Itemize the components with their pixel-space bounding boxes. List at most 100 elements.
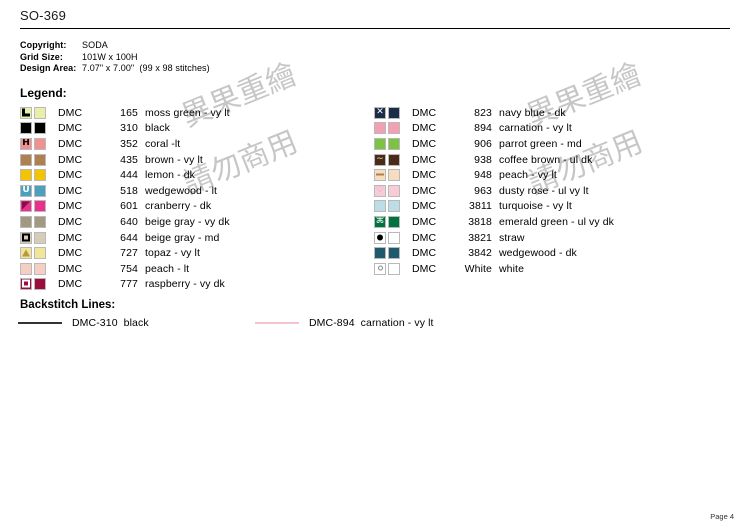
legend-brand: DMC — [58, 262, 83, 275]
legend-thread-code: 823 — [474, 106, 492, 119]
legend-symbol-cell — [20, 247, 32, 260]
legend-thread-code: 754 — [120, 262, 138, 275]
metadata-label: Grid Size: — [20, 51, 64, 62]
legend-brand: DMC — [58, 169, 83, 182]
legend-color-name: raspberry - vy dk — [145, 278, 225, 291]
legend-row: ⌘ DMC 3818 emerald green - ul vy dk — [374, 214, 614, 230]
legend-symbol-cell — [374, 200, 386, 213]
backstitch-row: DMC-894 carnation - vy lt — [255, 317, 434, 329]
legend-symbol-cell — [20, 153, 32, 166]
legend-row: DMC 165 moss green - vy lt — [20, 105, 230, 121]
pattern-metadata: Copyright: SODA Grid Size: 101W x 100H D… — [20, 40, 210, 75]
legend-color-name: white — [499, 262, 525, 275]
legend-brand: DMC — [412, 137, 437, 150]
legend-symbol-cell — [20, 262, 32, 275]
legend-symbol-cell — [374, 247, 386, 260]
legend-symbol-glyph — [376, 173, 384, 176]
backstitch-line-sample — [18, 322, 62, 324]
legend-color-swatch — [388, 231, 400, 244]
legend-brand: DMC — [412, 122, 437, 135]
legend-row: H DMC 352 coral -lt — [20, 136, 230, 152]
legend-symbol-cell — [374, 169, 386, 182]
legend-symbol-cell — [374, 122, 386, 135]
title-divider — [20, 28, 730, 29]
legend-thread-code: 3818 — [468, 215, 492, 228]
legend-color-name: topaz - vy lt — [145, 247, 200, 260]
legend-color-swatch — [34, 169, 46, 182]
legend-brand: DMC — [412, 169, 437, 182]
legend-color-swatch — [34, 122, 46, 135]
legend-color-swatch — [34, 137, 46, 150]
legend-thread-code: 3811 — [469, 200, 492, 213]
legend-brand: DMC — [58, 247, 83, 260]
legend-symbol-glyph — [22, 108, 30, 117]
legend-color-name: beige gray - md — [145, 231, 220, 244]
legend-symbol-cell — [20, 106, 32, 119]
legend-color-swatch — [34, 262, 46, 275]
document-page: 異果重繪 請勿商用 異果重繪 請勿商用 SO-369 Copyright: SO… — [0, 0, 750, 530]
legend-color-name: emerald green - ul vy dk — [499, 215, 615, 228]
legend-brand: DMC — [58, 278, 83, 291]
legend-symbol-cell — [20, 169, 32, 182]
legend-brand: DMC — [58, 215, 83, 228]
legend-color-swatch — [388, 137, 400, 150]
legend-color-swatch — [34, 184, 46, 197]
legend-row: ✕ DMC 823 navy blue - dk — [374, 105, 614, 121]
legend-color-swatch — [388, 200, 400, 213]
legend-color-name: dusty rose - ul vy lt — [499, 184, 589, 197]
backstitch-heading: Backstitch Lines: — [20, 299, 116, 311]
legend-symbol-glyph — [22, 233, 30, 242]
legend-brand: DMC — [58, 231, 83, 244]
legend-thread-code: 444 — [120, 169, 138, 182]
backstitch-line-sample — [255, 322, 299, 324]
legend-symbol-cell — [20, 122, 32, 135]
legend-symbol-cell: ∼ — [374, 153, 386, 166]
metadata-value: SODA — [82, 40, 108, 50]
legend-thread-code: 601 — [120, 200, 138, 213]
metadata-value: 7.07" x 7.00" (99 x 98 stitches) — [82, 63, 210, 74]
legend-color-swatch — [388, 106, 400, 119]
legend-color-name: navy blue - dk — [499, 106, 566, 119]
legend-row: DMC 727 topaz - vy lt — [20, 245, 230, 261]
legend-color-name: cranberry - dk — [145, 200, 212, 213]
legend-row: DMC 948 peach - vy lt — [374, 167, 614, 183]
legend-color-name: peach - vy lt — [499, 169, 557, 182]
legend-row: DMC 3811 turquoise - vy lt — [374, 199, 614, 215]
legend-thread-code: 963 — [474, 184, 492, 197]
legend-brand: DMC — [58, 106, 83, 119]
legend-color-swatch — [388, 184, 400, 197]
legend-symbol-cell: ♡ — [374, 184, 386, 197]
legend-symbol-cell: H — [20, 137, 32, 150]
legend-brand: DMC — [412, 200, 437, 213]
legend-row: DMC 754 peach - lt — [20, 261, 230, 277]
legend-brand: DMC — [58, 200, 83, 213]
legend-thread-code: 777 — [120, 278, 138, 291]
metadata-label: Design Area: — [20, 63, 77, 74]
legend-color-name: carnation - vy lt — [499, 122, 572, 135]
legend-thread-code: 938 — [474, 153, 492, 166]
legend-column-left: DMC 165 moss green - vy lt DMC 310 black H DMC 3… — [20, 105, 230, 292]
legend-symbol-cell: ✕ — [374, 106, 386, 119]
legend-row: DMC 310 black — [20, 121, 230, 137]
legend-color-swatch — [34, 278, 46, 291]
legend-thread-code: 435 — [120, 153, 138, 166]
legend-symbol-cell — [374, 137, 386, 150]
legend-row: DMC 601 cranberry - dk — [20, 199, 230, 215]
legend-color-name: beige gray - vy dk — [145, 215, 230, 228]
legend-column-right: ✕ DMC 823 navy blue - dk DMC 894 carnation - v… — [374, 105, 614, 277]
legend-color-swatch — [388, 122, 400, 135]
legend-color-swatch — [388, 153, 400, 166]
legend-color-name: turquoise - vy lt — [499, 200, 572, 213]
legend-thread-code: 948 — [474, 169, 492, 182]
metadata-row: Design Area: 7.07" x 7.00" (99 x 98 stit… — [20, 63, 210, 75]
legend-symbol-glyph — [22, 201, 30, 210]
legend-row: ♡ DMC 963 dusty rose - ul vy lt — [374, 183, 614, 199]
legend-color-name: peach - lt — [145, 262, 190, 275]
backstitch-row: DMC-310 black — [18, 317, 149, 329]
legend-symbol-cell — [20, 231, 32, 244]
legend-color-name: coral -lt — [145, 137, 181, 150]
legend-symbol-cell — [374, 262, 386, 275]
legend-color-swatch — [34, 153, 46, 166]
legend-color-name: moss green - vy lt — [145, 106, 230, 119]
legend-brand: DMC — [58, 122, 83, 135]
